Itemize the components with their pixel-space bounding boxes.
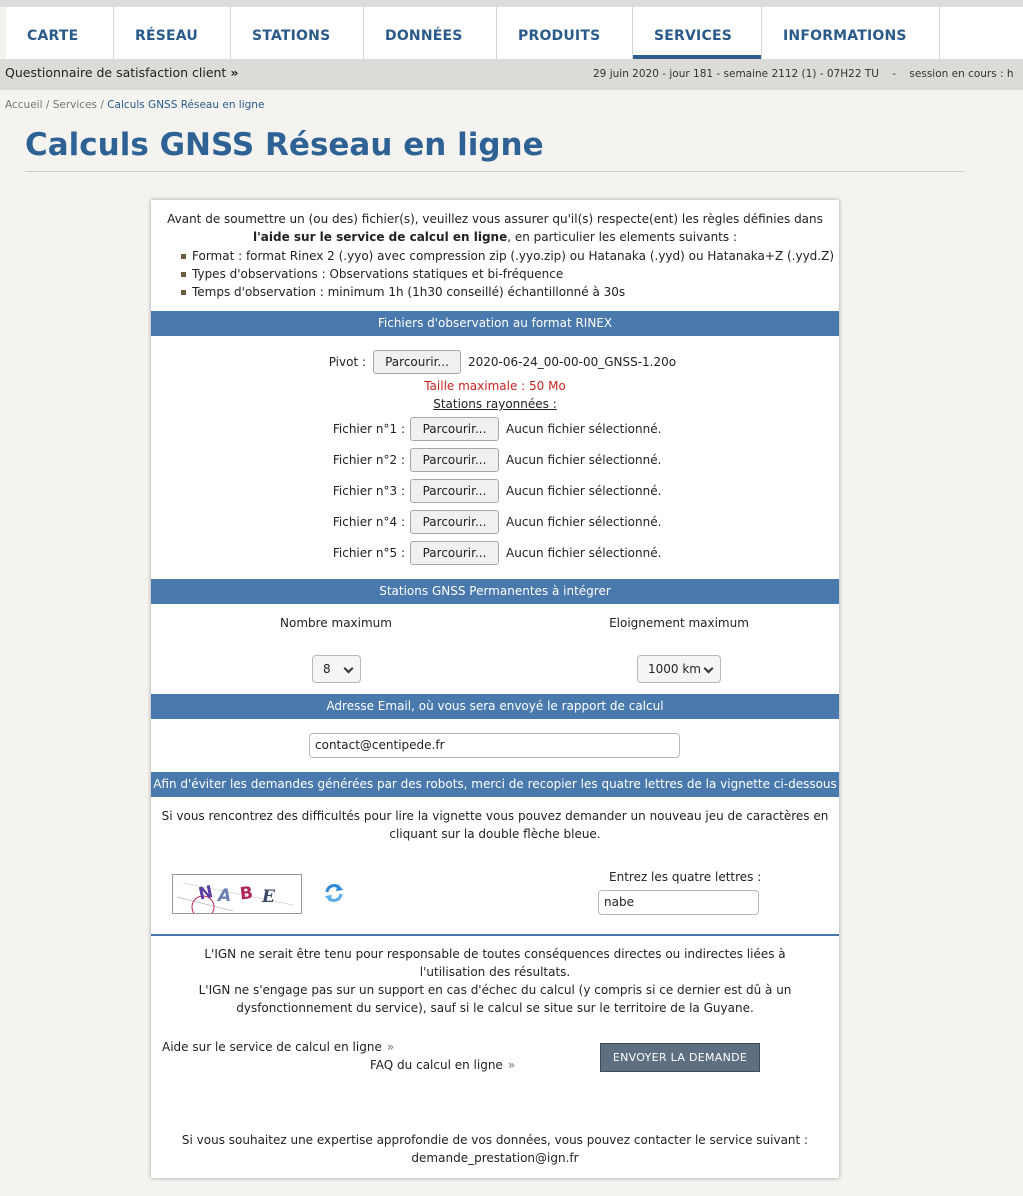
top-navigation: CARTE RÉSEAU STATIONS DONNÉES PRODUITS S…: [0, 0, 1023, 60]
rule-item-observations: Types d'observations : Observations stat…: [181, 265, 834, 283]
file-4-status: Aucun fichier sélectionné.: [506, 515, 662, 529]
chevron-right-icon: »: [230, 65, 239, 80]
breadcrumb-separator: /: [97, 99, 108, 111]
file-4-browse-button[interactable]: Parcourir...: [410, 510, 499, 534]
rayonnees-label: Stations rayonnées :: [433, 397, 557, 411]
nav-item-informations[interactable]: INFORMATIONS: [762, 7, 940, 59]
chevron-right-icon: »: [386, 1040, 395, 1054]
calculation-form-panel: Avant de soumettre un (ou des) fichier(s…: [151, 200, 839, 1178]
rules-list: Format : format Rinex 2 (.yyo) avec comp…: [181, 247, 834, 301]
intro-text-before: Avant de soumettre un (ou des) fichier(s…: [167, 212, 823, 226]
nav-item-reseau[interactable]: RÉSEAU: [114, 7, 231, 59]
faq-link-label: FAQ du calcul en ligne: [370, 1058, 503, 1072]
sub-bar: Questionnaire de satisfaction client» 29…: [0, 59, 1023, 90]
pivot-file-name: 2020-06-24_00-00-00_GNSS-1.20o: [468, 355, 677, 369]
intro-text-after: , en particulier les elements suivants :: [507, 230, 737, 244]
refresh-captcha-icon[interactable]: [323, 882, 345, 904]
file-5-label: Fichier n°5 :: [332, 546, 405, 560]
file-1-status: Aucun fichier sélectionné.: [506, 422, 662, 436]
file-3-label: Fichier n°3 :: [332, 484, 405, 498]
section-header-permanent-stations: Stations GNSS Permanentes à intégrer: [151, 579, 839, 604]
section-divider: [151, 934, 839, 936]
disclaimer: L'IGN ne serait être tenu pour responsab…: [151, 945, 839, 1017]
captcha-image: N A B E: [172, 874, 302, 914]
page-title: Calculs GNSS Réseau en ligne: [25, 127, 544, 163]
send-request-button[interactable]: ENVOYER LA DEMANDE: [600, 1043, 760, 1072]
help-link-inline[interactable]: l'aide sur le service de calcul en ligne: [253, 230, 507, 244]
email-field[interactable]: contact@centipede.fr: [309, 733, 680, 758]
title-divider: [25, 171, 965, 172]
captcha-letter: B: [239, 883, 254, 904]
intro-text: Avant de soumettre un (ou des) fichier(s…: [151, 210, 839, 246]
breadcrumb-home[interactable]: Accueil: [5, 99, 43, 111]
file-2-status: Aucun fichier sélectionné.: [506, 453, 662, 467]
nav-item-carte[interactable]: CARTE: [6, 7, 114, 59]
max-number-value: 8: [323, 662, 331, 676]
disclaimer-line-2: L'IGN ne s'engage pas sur un support en …: [198, 983, 792, 1015]
section-header-captcha: Afin d'éviter les demandes générées par …: [151, 772, 839, 797]
max-distance-value: 1000 km: [648, 662, 701, 676]
rule-item-duration: Temps d'observation : minimum 1h (1h30 c…: [181, 283, 834, 301]
file-1-browse-button[interactable]: Parcourir...: [410, 417, 499, 441]
nav-item-donnees[interactable]: DONNÉES: [364, 7, 497, 59]
nav-item-stations[interactable]: STATIONS: [231, 7, 364, 59]
nav-item-produits[interactable]: PRODUITS: [497, 7, 633, 59]
section-header-rinex: Fichiers d'observation au format RINEX: [151, 311, 839, 336]
nav-item-services[interactable]: SERVICES: [633, 7, 762, 59]
disclaimer-line-1: L'IGN ne serait être tenu pour responsab…: [204, 947, 786, 979]
breadcrumb-separator: /: [42, 99, 53, 111]
chevron-down-icon: [703, 663, 714, 674]
help-link-label: Aide sur le service de calcul en ligne: [162, 1040, 382, 1054]
section-header-email: Adresse Email, où vous sera envoyé le ra…: [151, 694, 839, 719]
breadcrumb-current[interactable]: Calculs GNSS Réseau en ligne: [107, 99, 264, 111]
survey-link[interactable]: Questionnaire de satisfaction client»: [5, 65, 238, 80]
breadcrumb: Accueil / Services / Calculs GNSS Réseau…: [5, 99, 264, 111]
pivot-browse-button[interactable]: Parcourir...: [373, 350, 461, 374]
faq-link[interactable]: FAQ du calcul en ligne »: [370, 1058, 515, 1072]
max-distance-select[interactable]: 1000 km: [637, 655, 721, 683]
file-2-label: Fichier n°2 :: [332, 453, 405, 467]
captcha-letter: A: [216, 886, 231, 906]
chevron-right-icon: »: [507, 1058, 516, 1072]
file-1-label: Fichier n°1 :: [332, 422, 405, 436]
survey-label: Questionnaire de satisfaction client: [5, 65, 227, 80]
pivot-label: Pivot :: [328, 355, 366, 369]
max-size-warning: Taille maximale : 50 Mo: [424, 379, 566, 393]
expertise-email[interactable]: demande_prestation@ign.fr: [151, 1149, 839, 1167]
max-number-select[interactable]: 8: [312, 655, 361, 683]
expertise-contact: Si vous souhaitez une expertise approfon…: [151, 1131, 839, 1167]
nav-top-strip: [0, 0, 1023, 7]
file-2-browse-button[interactable]: Parcourir...: [410, 448, 499, 472]
captcha-help-text: Si vous rencontrez des difficultés pour …: [161, 809, 829, 841]
captcha-input-label: Entrez les quatre lettres :: [609, 870, 762, 884]
captcha-letter: N: [197, 882, 215, 905]
max-number-label: Nombre maximum: [280, 616, 392, 630]
file-4-label: Fichier n°4 :: [332, 515, 405, 529]
help-link[interactable]: Aide sur le service de calcul en ligne »: [162, 1040, 394, 1054]
file-5-status: Aucun fichier sélectionné.: [506, 546, 662, 560]
nav-bar: CARTE RÉSEAU STATIONS DONNÉES PRODUITS S…: [6, 7, 1023, 59]
rule-item-format: Format : format Rinex 2 (.yyo) avec comp…: [181, 247, 834, 265]
expertise-text: Si vous souhaitez une expertise approfon…: [181, 1133, 809, 1147]
file-3-browse-button[interactable]: Parcourir...: [410, 479, 499, 503]
file-5-browse-button[interactable]: Parcourir...: [410, 541, 499, 565]
max-distance-label: Eloignement maximum: [609, 616, 749, 630]
breadcrumb-services[interactable]: Services: [53, 99, 97, 111]
chevron-down-icon: [343, 663, 354, 674]
captcha-letter: E: [261, 887, 276, 907]
date-session-info: 29 juin 2020 - jour 181 - semaine 2112 (…: [593, 68, 1014, 80]
file-3-status: Aucun fichier sélectionné.: [506, 484, 662, 498]
captcha-input[interactable]: nabe: [598, 890, 759, 915]
